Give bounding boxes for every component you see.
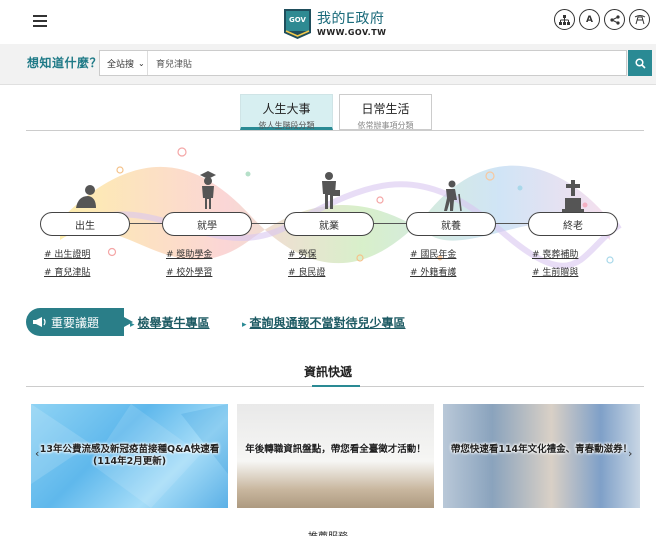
tabs-divider (26, 130, 644, 131)
stage-school[interactable]: 就學 (162, 212, 252, 236)
gov-logo-icon: GOV (284, 9, 311, 39)
stage-employment[interactable]: 就業 (284, 212, 374, 236)
logo-badge-text: GOV (289, 16, 306, 24)
chevron-down-icon: ⌄ (138, 58, 145, 68)
stage-link[interactable]: # 校外學習 (166, 265, 266, 278)
tab-life-events[interactable]: 人生大事 依人生階段分類 (240, 94, 333, 130)
stage-link[interactable]: # 良民證 (288, 265, 388, 278)
issue-link-child-abuse[interactable]: 查詢與通報不當對待兒少專區 (242, 314, 406, 331)
stage-link[interactable]: # 生前贈與 (532, 265, 632, 278)
news-card[interactable]: 帶您快速看114年文化禮金、青春動滋券！ (443, 404, 640, 508)
news-section-title: 資訊快遞 (303, 365, 352, 379)
search-box: 全站搜 ⌄ (99, 50, 627, 76)
tab-daily-life[interactable]: 日常生活 依常辦事項分類 (339, 94, 432, 130)
carousel-next-icon[interactable]: › (628, 447, 632, 460)
site-logo[interactable]: GOV 我的E政府 WWW.GOV.TW (284, 9, 387, 39)
search-scope-select[interactable]: 全站搜 ⌄ (100, 51, 148, 75)
logo-url: WWW.GOV.TW (317, 27, 387, 37)
stage-birth[interactable]: 出生 (40, 212, 130, 236)
stage-link[interactable]: # 育兒津貼 (44, 265, 144, 278)
stage-end-of-life[interactable]: 終老 (528, 212, 618, 236)
stage-link[interactable]: # 獎助學金 (166, 247, 266, 260)
megaphone-icon (33, 317, 46, 327)
graduate-icon (200, 171, 216, 209)
font-size-icon[interactable]: A (579, 9, 600, 30)
stage-links-birth: # 出生證明 # 育兒津貼 (44, 247, 144, 283)
logo-title: 我的E政府 (317, 10, 385, 27)
sitemap-icon[interactable] (554, 9, 575, 30)
stage-links-end-of-life: # 喪葬補助 # 生前贈與 (532, 247, 632, 283)
news-card-text: 13年公費流感及新冠疫苗接種Q&A快速看(114年2月更新) (39, 444, 220, 467)
issues-badge: 重要議題 (26, 308, 133, 336)
news-card-text: 年後轉職資訊盤點，帶您看全臺徵才活動！ (245, 444, 426, 455)
search-submit-button[interactable] (628, 50, 652, 76)
stage-links-retirement: # 國民年金 # 外籍看護 (410, 247, 510, 283)
stage-link[interactable]: # 國民年金 (410, 247, 510, 260)
site-header: GOV 我的E政府 WWW.GOV.TW A (0, 0, 656, 44)
stage-link[interactable]: # 喪葬補助 (532, 247, 632, 260)
search-label: 想知道什麼？ (27, 56, 103, 70)
stage-link[interactable]: # 出生證明 (44, 247, 144, 260)
stage-retirement[interactable]: 就養 (406, 212, 496, 236)
tab-title: 日常生活 (361, 102, 410, 116)
tombstone-icon (562, 180, 584, 212)
news-card-text: 帶您快速看114年文化禮金、青春動滋券！ (450, 444, 633, 455)
important-issues: 重要議題 檢舉黃牛專區 查詢與通報不當對待兒少專區 (26, 308, 646, 336)
stage-link[interactable]: # 外籍看護 (410, 265, 510, 278)
worker-icon (322, 172, 340, 209)
issues-badge-label: 重要議題 (51, 315, 100, 330)
hamburger-menu-icon[interactable] (33, 15, 47, 27)
stage-link[interactable]: # 勞保 (288, 247, 388, 260)
tab-title: 人生大事 (262, 102, 311, 116)
recommended-section-title: 推薦服務 (308, 528, 348, 536)
search-scope-value: 全站搜 (107, 59, 135, 70)
share-icon[interactable] (604, 9, 625, 30)
issue-link-scalper[interactable]: 檢舉黃牛專區 (130, 314, 210, 331)
search-icon (634, 57, 646, 69)
baby-icon (76, 185, 96, 208)
search-input[interactable] (148, 51, 626, 75)
stage-links-employment: # 勞保 # 良民證 (288, 247, 388, 283)
stage-links-school: # 獎助學金 # 校外學習 (166, 247, 266, 283)
elderly-icon (444, 180, 462, 212)
news-title-underline (312, 385, 360, 387)
category-tabs: 人生大事 依人生階段分類 日常生活 依常辦事項分類 (240, 94, 432, 130)
search-bar: 想知道什麼？ 全站搜 ⌄ (0, 44, 656, 85)
carousel-prev-icon[interactable]: ‹ (35, 447, 39, 460)
news-card[interactable]: 13年公費流感及新冠疫苗接種Q&A快速看(114年2月更新) (31, 404, 228, 508)
news-card[interactable]: 年後轉職資訊盤點，帶您看全臺徵才活動！ (237, 404, 434, 508)
accessibility-icon[interactable] (629, 9, 650, 30)
life-stages: 出生 就學 就業 就養 終老 # 出生證明 # 育兒津貼 # 獎助學金 # 校外… (0, 140, 656, 285)
